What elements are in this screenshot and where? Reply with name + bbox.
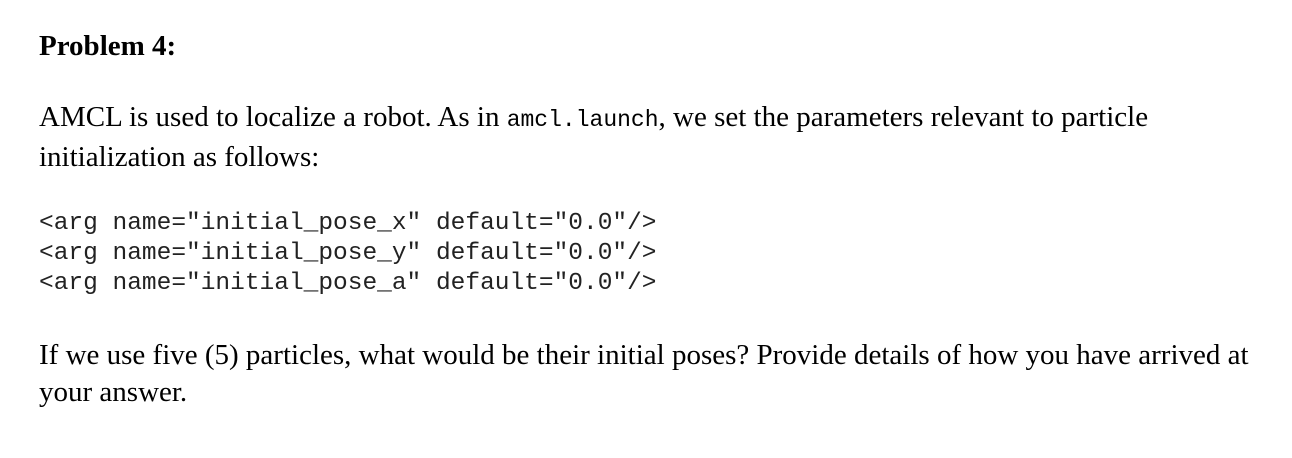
code-line-initial-pose-y: <arg name="initial_pose_y" default="0.0"… (39, 240, 657, 267)
intro-paragraph: AMCL is used to localize a robot. As in … (39, 99, 1279, 176)
code-line-initial-pose-x: <arg name="initial_pose_x" default="0.0"… (39, 210, 657, 237)
document-page: Problem 4: AMCL is used to localize a ro… (39, 28, 1279, 411)
inline-code-filename: amcl.launch (506, 107, 659, 133)
code-block: <arg name="initial_pose_x" default="0.0"… (39, 209, 1279, 299)
question-paragraph: If we use five (5) particles, what would… (39, 339, 1249, 408)
intro-text-start: AMCL is used to localize a robot. As in (39, 101, 507, 133)
code-line-initial-pose-a: <arg name="initial_pose_a" default="0.0"… (39, 270, 657, 297)
problem-title: Problem 4: (39, 30, 177, 62)
